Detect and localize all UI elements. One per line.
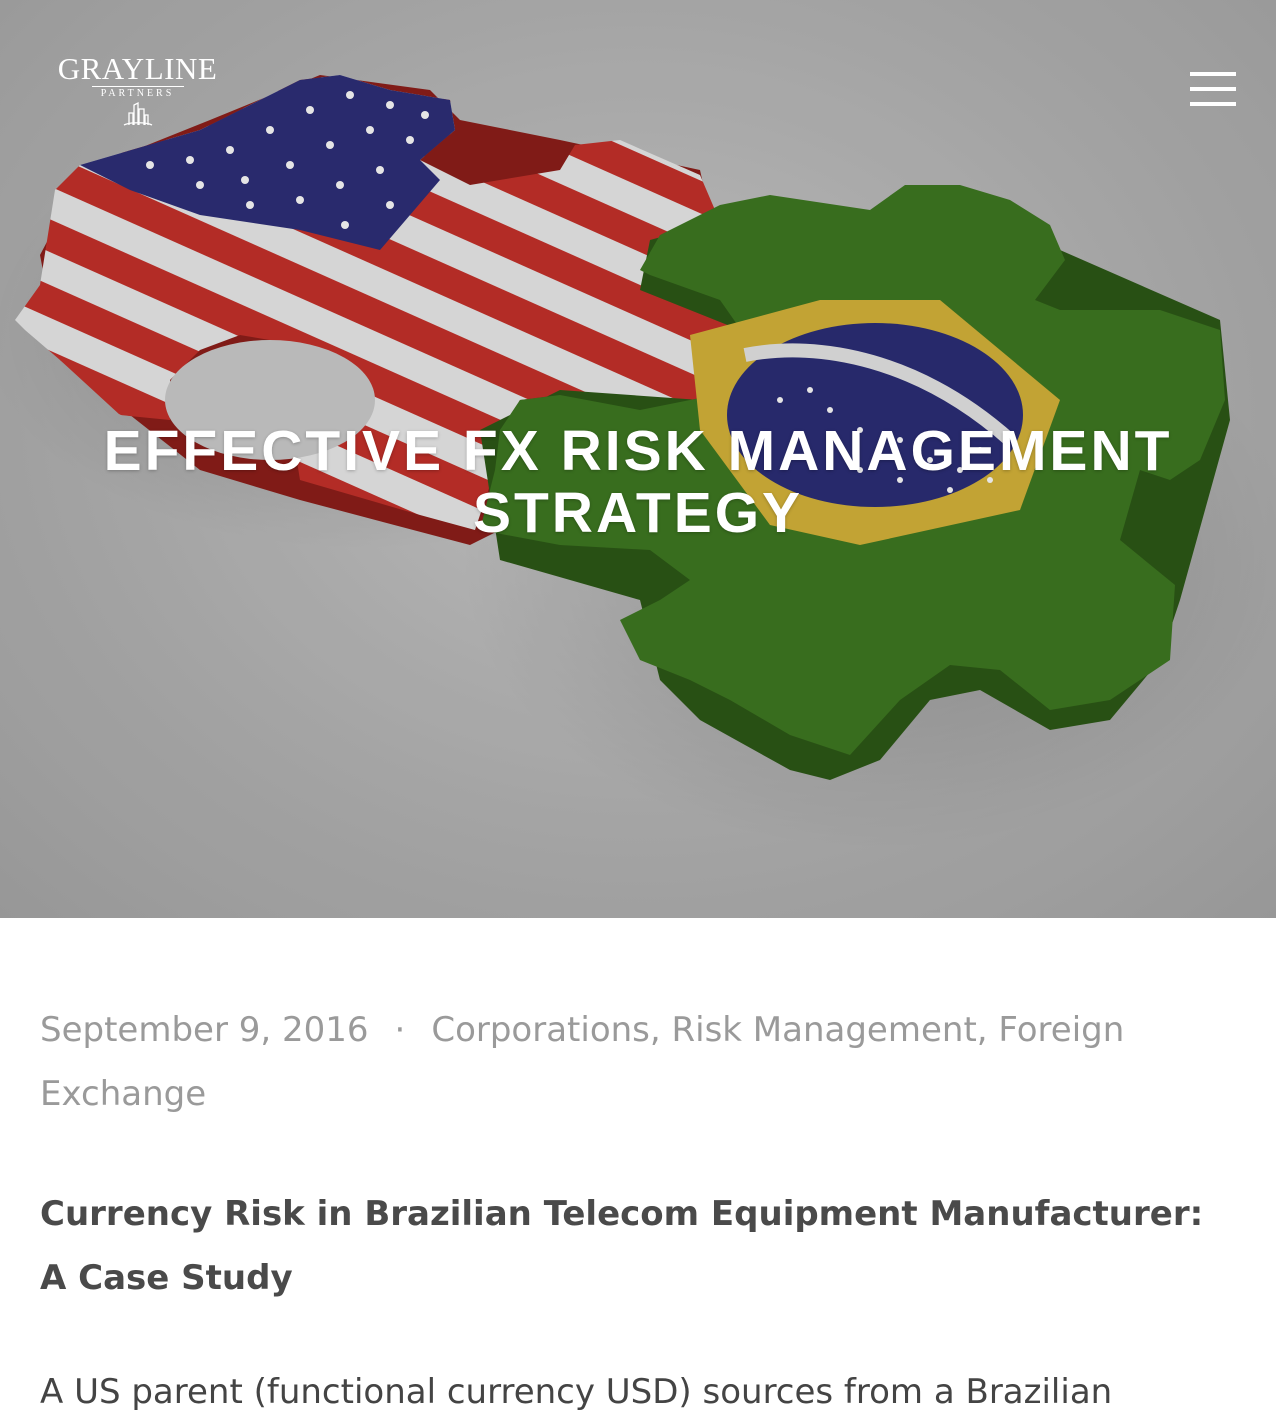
category-link-risk-management[interactable]: Risk Management <box>672 1010 977 1050</box>
category-separator: , <box>649 1010 672 1050</box>
menu-bar <box>1190 87 1236 91</box>
post-meta: September 9, 2016 · Corporations, Risk Man… <box>40 998 1236 1126</box>
building-icon <box>123 101 152 126</box>
hero-banner: GRAYLINE PARTNERS EFFECTIVE FX RISK MANA… <box>0 0 1276 918</box>
category-link-corporations[interactable]: Corporations <box>431 1010 650 1050</box>
article: September 9, 2016 · Corporations, Risk Man… <box>40 998 1236 1424</box>
logo-wordmark: GRAYLINE <box>57 51 218 86</box>
page-title: EFFECTIVE FX RISK MANAGEMENT STRATEGY <box>103 419 1173 545</box>
post-date: September 9, 2016 <box>40 1010 369 1050</box>
menu-bar <box>1190 72 1236 76</box>
article-heading: Currency Risk in Brazilian Telecom Equip… <box>40 1194 1204 1298</box>
logo-tagline: PARTNERS <box>100 88 175 99</box>
menu-bar <box>1190 102 1236 106</box>
hamburger-menu-icon[interactable] <box>1190 72 1236 106</box>
meta-separator: · <box>394 1010 406 1050</box>
category-separator: , <box>976 1010 999 1050</box>
article-paragraph: A US parent (functional currency USD) so… <box>40 1372 1113 1412</box>
site-logo[interactable]: GRAYLINE PARTNERS <box>50 52 225 127</box>
